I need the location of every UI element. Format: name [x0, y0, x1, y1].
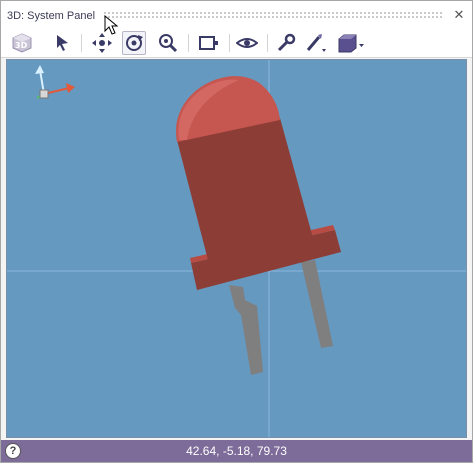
window-title: 3D: System Panel [7, 10, 96, 22]
rotate-icon[interactable] [122, 31, 146, 55]
magnifier-icon[interactable] [156, 31, 180, 55]
axis-gizmo[interactable] [35, 65, 75, 99]
system-panel-window: 3D: System Panel ✕ 3D ? 42.64, -5.18, 79… [0, 0, 473, 463]
led-leg-right [301, 260, 333, 348]
status-bar: ? 42.64, -5.18, 79.73 [1, 440, 472, 462]
toolbar-separator [267, 34, 268, 52]
close-icon[interactable]: ✕ [452, 8, 466, 22]
led-3d-model [7, 60, 466, 437]
toolbar-separator [81, 34, 82, 52]
led-body [176, 76, 313, 264]
brush-icon[interactable] [304, 31, 328, 55]
frame-fit-icon[interactable] [197, 31, 221, 55]
solid-box-icon[interactable] [334, 31, 366, 55]
wrench-icon[interactable] [274, 31, 298, 55]
title-bar[interactable]: 3D: System Panel ✕ [1, 1, 472, 29]
toolbar: 3D [1, 29, 472, 58]
cube-3d-icon[interactable]: 3D [10, 31, 34, 55]
toolbar-separator [188, 34, 189, 52]
drag-grip[interactable] [103, 11, 444, 18]
toolbar-separator [229, 34, 230, 52]
mouse-cursor-icon [104, 15, 118, 35]
led-leg-left [229, 285, 263, 375]
arrow-pointer-icon[interactable] [50, 31, 74, 55]
coordinate-readout: 42.64, -5.18, 79.73 [186, 444, 287, 458]
eye-icon[interactable] [235, 31, 259, 55]
3d-viewport[interactable] [6, 59, 467, 438]
svg-text:3D: 3D [15, 41, 28, 50]
